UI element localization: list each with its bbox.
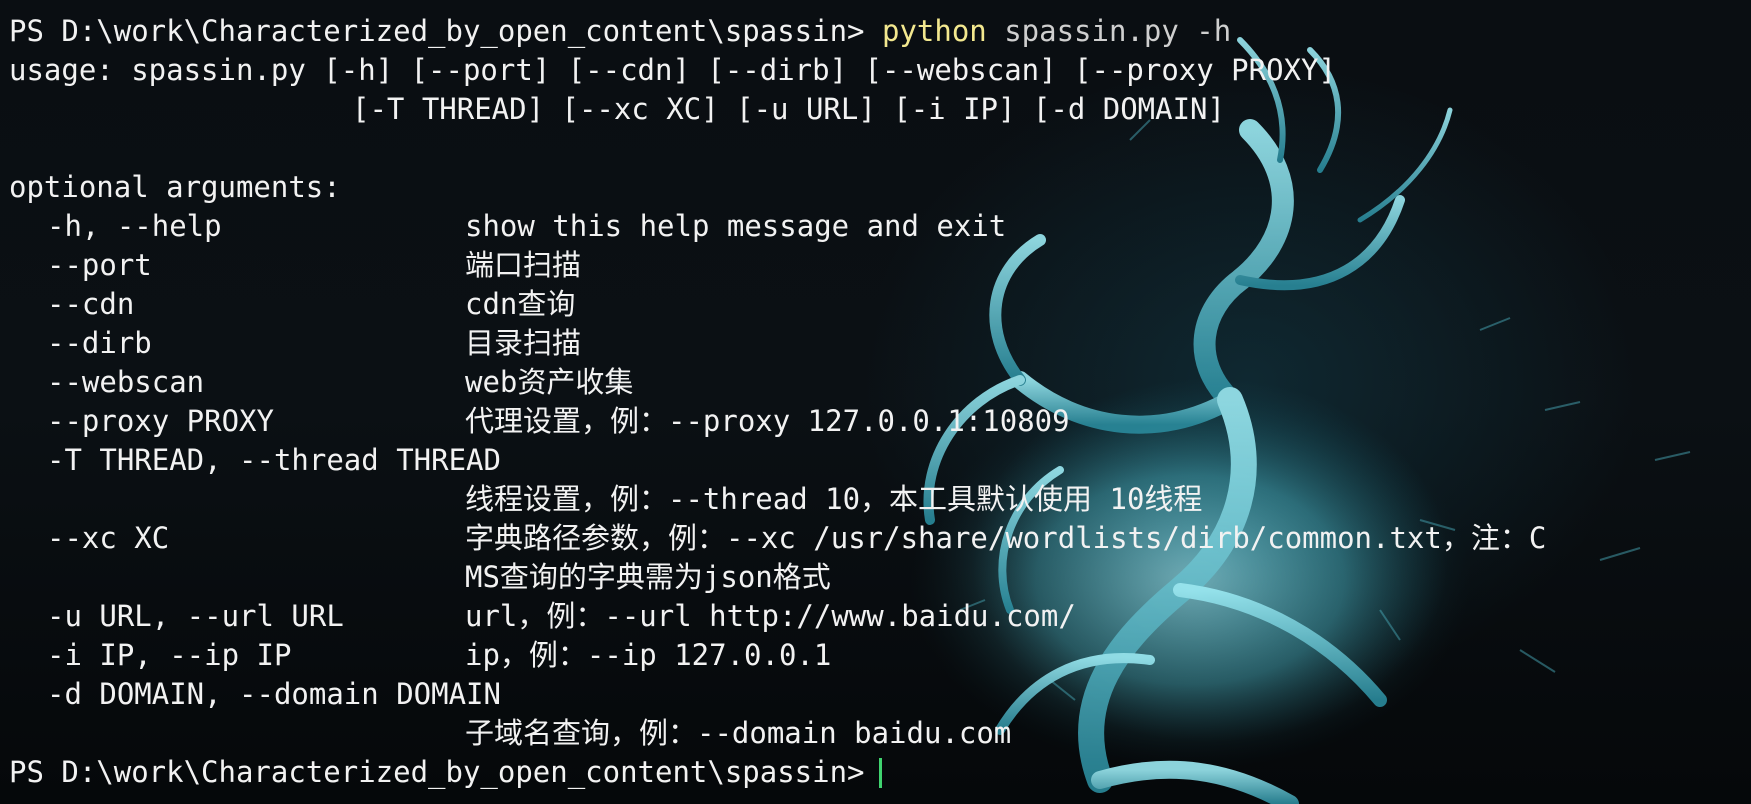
- option-name: --webscan: [47, 365, 205, 399]
- powershell-terminal[interactable]: PS D:\work\Characterized_by_open_content…: [9, 12, 1744, 802]
- option-row: --dirb 目录扫描: [9, 324, 1744, 363]
- text-cursor: [878, 757, 882, 788]
- command-args: spassin.py -h: [1004, 14, 1232, 48]
- option-name: -d DOMAIN, --domain DOMAIN: [47, 677, 501, 711]
- option-row: --port 端口扫描: [9, 246, 1744, 285]
- option-desc: url，例：--url http://www.baidu.com/: [465, 599, 1076, 633]
- option-name: -T THREAD, --thread THREAD: [47, 443, 501, 477]
- option-desc: 端口扫描: [465, 248, 582, 282]
- option-desc: ip，例：--ip 127.0.0.1: [465, 638, 832, 672]
- option-name: -i IP, --ip IP: [47, 638, 292, 672]
- option-desc: web资产收集: [465, 365, 634, 399]
- option-name: -h, --help: [47, 209, 222, 243]
- option-desc: MS查询的字典需为json格式: [465, 560, 831, 594]
- option-row: MS查询的字典需为json格式: [9, 558, 1744, 597]
- option-desc: 代理设置，例：--proxy 127.0.0.1:10809: [465, 404, 1070, 438]
- option-row: --xc XC 字典路径参数，例：--xc /usr/share/wordlist…: [9, 519, 1744, 558]
- option-desc: 目录扫描: [465, 326, 582, 360]
- option-name: -u URL, --url URL: [47, 599, 344, 633]
- usage-text-2: [-T THREAD] [--xc XC] [-u URL] [-i IP] […: [352, 92, 1225, 126]
- option-name: --cdn: [47, 287, 135, 321]
- option-row: 线程设置，例：--thread 10，本工具默认使用 10线程: [9, 480, 1744, 519]
- usage-text-1: usage: spassin.py [-h] [--port] [--cdn] …: [9, 53, 1336, 87]
- option-row: -i IP, --ip IP ip，例：--ip 127.0.0.1: [9, 636, 1744, 675]
- option-name: --dirb: [47, 326, 152, 360]
- option-row: --proxy PROXY 代理设置，例：--proxy 127.0.0.1:10…: [9, 402, 1744, 441]
- option-desc: 子域名查询，例：--domain baidu.com: [465, 716, 1012, 750]
- command-line: PS D:\work\Characterized_by_open_content…: [9, 12, 1744, 51]
- option-desc: 线程设置，例：--thread 10，本工具默认使用 10线程: [465, 482, 1203, 516]
- option-name: --proxy PROXY: [47, 404, 274, 438]
- option-name: --xc XC: [47, 521, 170, 555]
- section-title: optional arguments:: [9, 168, 1744, 207]
- option-row: -u URL, --url URL url，例：--url http://www.…: [9, 597, 1744, 636]
- final-prompt-path: PS D:\work\Characterized_by_open_content…: [9, 755, 865, 789]
- option-desc: cdn查询: [465, 287, 576, 321]
- final-prompt-line[interactable]: PS D:\work\Characterized_by_open_content…: [9, 753, 1744, 792]
- option-desc: show this help message and exit: [465, 209, 1007, 243]
- option-row: --webscan web资产收集: [9, 363, 1744, 402]
- option-name: --port: [47, 248, 152, 282]
- option-row: -h, --help show this help message and exi…: [9, 207, 1744, 246]
- option-row: -d DOMAIN, --domain DOMAIN: [9, 675, 1744, 714]
- option-row: 子域名查询，例：--domain baidu.com: [9, 714, 1744, 753]
- option-row: -T THREAD, --thread THREAD: [9, 441, 1744, 480]
- section-title-text: optional arguments:: [9, 170, 341, 204]
- usage-line-1: usage: spassin.py [-h] [--port] [--cdn] …: [9, 51, 1744, 90]
- option-row: --cdn cdn查询: [9, 285, 1744, 324]
- usage-line-2: [-T THREAD] [--xc XC] [-u URL] [-i IP] […: [9, 90, 1744, 129]
- prompt-path: PS D:\work\Characterized_by_open_content…: [9, 14, 865, 48]
- option-desc: 字典路径参数，例：--xc /usr/share/wordlists/dirb/…: [465, 521, 1547, 555]
- command-name: python: [881, 14, 987, 48]
